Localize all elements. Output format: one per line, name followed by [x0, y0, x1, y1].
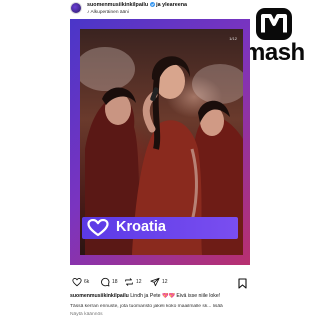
post-image[interactable]: 1/12 Kroatia [70, 19, 250, 265]
caption-text: Lindh ja Pete 💖💖 Eivä isse niile loke! [130, 293, 221, 299]
caption-body[interactable]: Tässä kerran ennuste, jota tuomaristo ja… [70, 304, 250, 309]
caption-author[interactable]: suomenmusiikinkilpailu [70, 293, 129, 299]
caption-line: suomenmusiikinkilpailu Lindh ja Pete 💖💖 … [70, 293, 250, 299]
mash-wordmark: mash [244, 39, 305, 66]
mash-logo-icon [256, 8, 292, 40]
username[interactable]: suomenmusiikinkilpailu [87, 2, 148, 8]
action-row: 6k 18 12 12 [70, 276, 250, 290]
audio-label[interactable]: Alkuperäinen ääni [90, 10, 128, 15]
repost-button[interactable]: 12 [124, 276, 142, 288]
heart-icon [72, 278, 82, 287]
comment-count: 18 [112, 279, 118, 285]
audio-subtitle[interactable]: ♪ Alkuperäinen ääni [87, 10, 129, 15]
save-button[interactable] [238, 276, 247, 294]
collab-account[interactable]: yleareena [162, 2, 187, 8]
repost-icon [125, 278, 133, 286]
eurovision-heart-icon [87, 218, 109, 242]
comment-button[interactable]: 18 [100, 276, 118, 288]
like-count: 6k [84, 279, 90, 285]
share-count: 12 [162, 279, 168, 285]
post-header: suomenmusiikinkilpailu ja yleareena ♪ Al… [70, 0, 250, 18]
see-translation-link[interactable]: Näytä käännös [70, 312, 103, 317]
slide-counter: 1/12 [229, 36, 237, 41]
collab-joiner: ja [156, 2, 161, 8]
bookmark-icon [238, 278, 247, 289]
mash-watermark: mash [244, 8, 308, 78]
send-icon [150, 277, 160, 287]
profile-avatar[interactable] [70, 2, 82, 14]
country-name: Kroatia [116, 219, 166, 235]
share-button[interactable]: 12 [150, 276, 168, 288]
post-author-line[interactable]: suomenmusiikinkilpailu ja yleareena [87, 2, 187, 8]
country-label-bar: Kroatia [82, 217, 238, 239]
comment-icon [101, 277, 110, 287]
repost-count: 12 [136, 279, 142, 285]
like-button[interactable]: 6k [72, 276, 89, 288]
